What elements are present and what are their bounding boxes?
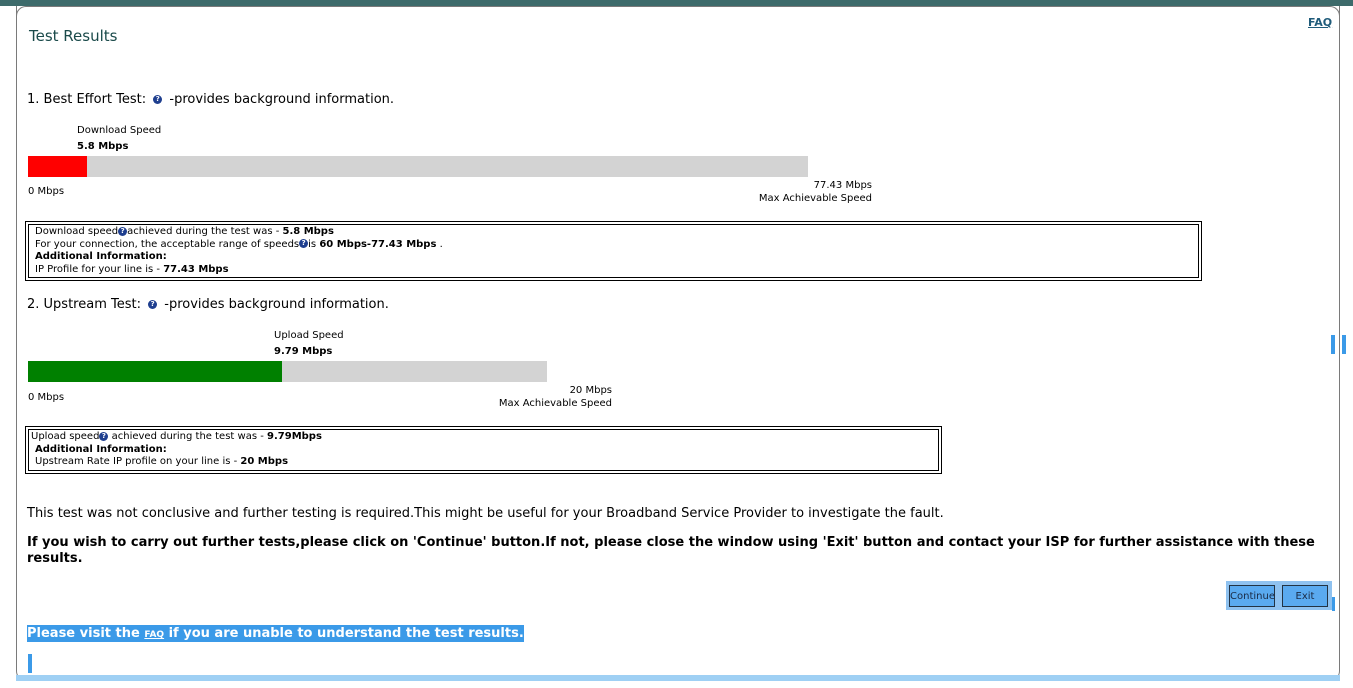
upload-achieved-value: 9.79Mbps — [267, 431, 322, 442]
upload-max-value: 20 Mbps — [569, 385, 612, 396]
selection-caret — [1332, 597, 1335, 611]
download-speed-bar-fill — [28, 156, 87, 177]
upstream-heading: 2. Upstream Test: ? -provides background… — [27, 297, 389, 312]
download-info-line-4: IP Profile for your line is - 77.43 Mbps — [35, 264, 1192, 277]
page-title: Test Results — [29, 27, 118, 45]
acceptable-range-value: 60 Mbps-77.43 Mbps — [319, 238, 437, 250]
upload-max-label: Max Achievable Speed — [498, 398, 612, 409]
visit-faq-message: Please visit the FAQ if you are unable t… — [27, 625, 524, 642]
ip-profile-value: 77.43 Mbps — [163, 263, 229, 275]
instruction-message: If you wish to carry out further tests,p… — [27, 535, 1315, 566]
download-speed-bar — [28, 156, 808, 177]
info-text: achieved during the test was - — [108, 431, 268, 442]
info-text: For your connection, the acceptable rang… — [35, 238, 300, 250]
download-speed-label: Download Speed — [77, 125, 162, 136]
download-info-line-2: For your connection, the acceptable rang… — [35, 239, 1192, 252]
scroll-marker[interactable] — [1342, 335, 1346, 354]
download-speed-value: 5.8 Mbps — [77, 141, 129, 152]
upload-speed-value: 9.79 Mbps — [274, 346, 333, 357]
info-text: achieved during the test was - — [127, 226, 283, 237]
results-panel — [16, 6, 1340, 681]
exit-button[interactable]: Exit — [1282, 585, 1328, 607]
button-group: Continue Exit — [1226, 581, 1332, 610]
continue-button[interactable]: Continue — [1229, 585, 1275, 607]
download-max-label: Max Achievable Speed — [758, 193, 872, 204]
download-min-label: 0 Mbps — [28, 186, 65, 197]
download-achieved-value: 5.8 Mbps — [282, 226, 334, 237]
info-text: Download speed — [35, 226, 119, 237]
upload-speed-bar-fill — [28, 361, 283, 382]
bottom-bar — [16, 675, 1340, 681]
info-text: is — [308, 238, 320, 250]
scroll-marker[interactable] — [1331, 335, 1335, 354]
info-text: . — [436, 238, 443, 250]
visit-text: if you are unable to understand the test… — [164, 626, 524, 641]
upload-speed-bar — [28, 361, 547, 382]
info-text: Upload speed — [31, 431, 100, 442]
upload-min-label: 0 Mbps — [28, 392, 65, 403]
best-effort-heading: 1. Best Effort Test: ? -provides backgro… — [27, 92, 394, 107]
info-text: Upstream Rate IP profile on your line is… — [35, 456, 241, 467]
upload-info-box: Upload speed? achieved during the test w… — [25, 426, 942, 474]
selection-caret — [28, 654, 32, 673]
upload-additional-info-heading: Additional Information: — [35, 443, 167, 455]
download-info-line-1: Download speed? achieved during the test … — [35, 226, 1192, 239]
visit-text: Please visit the — [27, 626, 145, 641]
inconclusive-message: This test was not conclusive and further… — [27, 506, 944, 521]
faq-inline-link[interactable]: FAQ — [144, 630, 164, 640]
best-effort-heading-suffix: -provides background information. — [169, 92, 395, 107]
help-icon[interactable]: ? — [148, 300, 158, 309]
upstream-profile-value: 20 Mbps — [240, 456, 289, 467]
download-info-box: Download speed? achieved during the test … — [25, 221, 1202, 281]
help-icon[interactable]: ? — [118, 226, 128, 236]
help-icon[interactable]: ? — [299, 239, 309, 248]
help-icon[interactable]: ? — [153, 95, 163, 104]
upstream-heading-text: 2. Upstream Test: — [27, 297, 141, 312]
download-additional-info-heading: Additional Information: — [35, 251, 167, 262]
info-text: IP Profile for your line is - — [35, 263, 164, 275]
upload-info-line-3: Upstream Rate IP profile on your line is… — [31, 456, 932, 469]
upload-speed-label: Upload Speed — [274, 330, 344, 341]
best-effort-heading-text: 1. Best Effort Test: — [27, 92, 147, 107]
upstream-heading-suffix: -provides background information. — [164, 297, 389, 312]
upload-info-line-1: Upload speed? achieved during the test w… — [31, 431, 932, 444]
download-max-value: 77.43 Mbps — [813, 180, 872, 191]
faq-link[interactable]: FAQ — [1308, 16, 1332, 29]
